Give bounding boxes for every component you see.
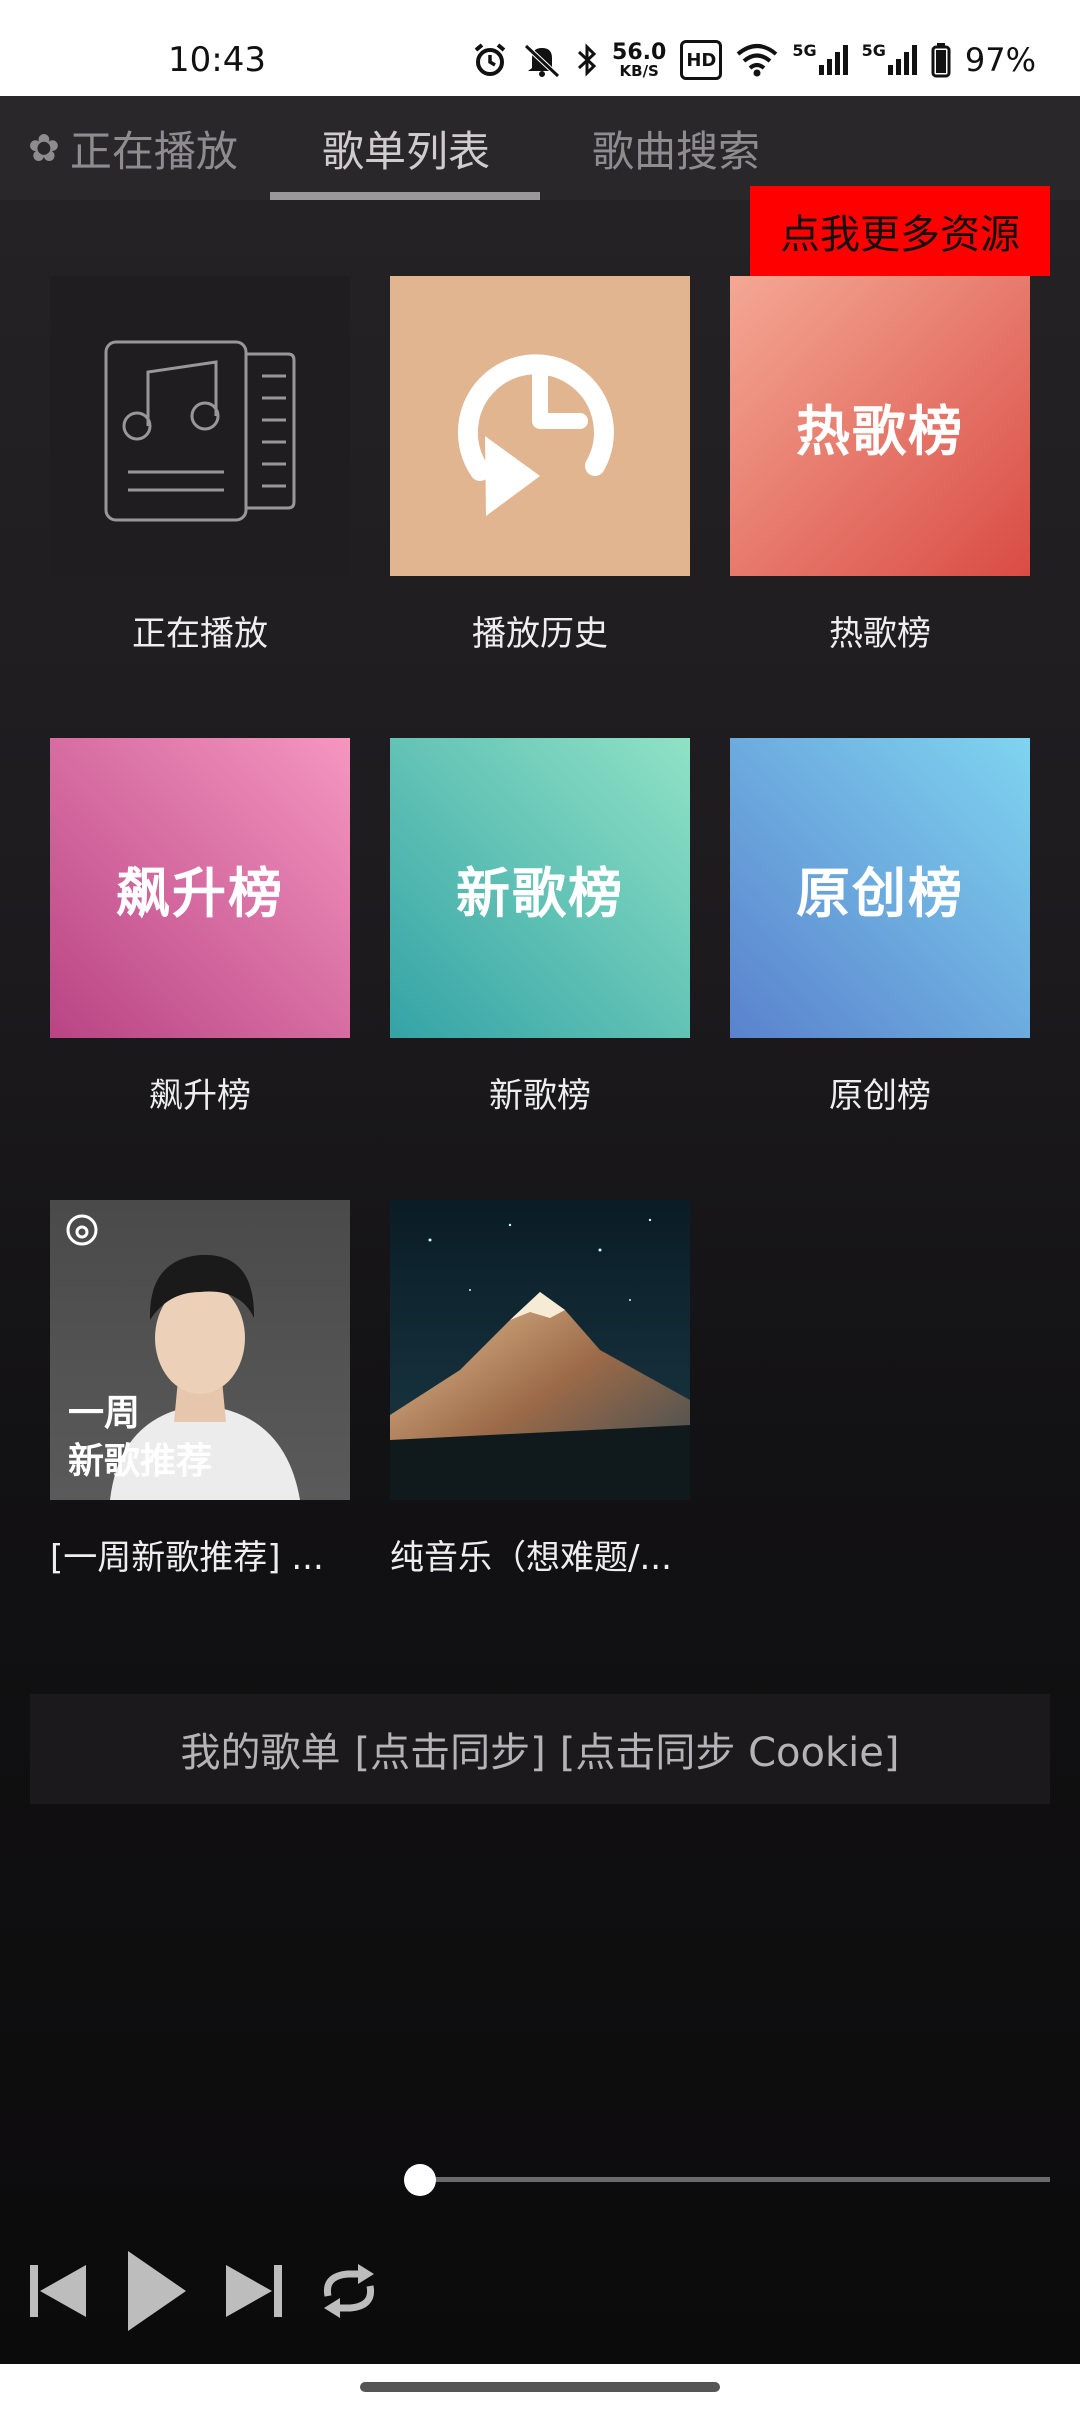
flower-icon: ✿ xyxy=(28,126,60,170)
playlist-title: 播放历史 xyxy=(472,614,608,654)
playlist-tile-original[interactable]: 原创榜 xyxy=(730,738,1030,1038)
signal-icon-sim2: 5G xyxy=(862,40,917,80)
tab-playlists-label: 歌单列表 xyxy=(322,126,491,176)
app-screen: ✿ 正在播放 歌单列表 歌曲搜索 点我更多资源 正在播放 播放历史 热歌榜 热歌… xyxy=(0,96,1080,2364)
net-speed-value: 56.0 xyxy=(612,39,667,65)
system-nav-bar xyxy=(0,2364,1080,2412)
mountain-night-cover xyxy=(390,1200,690,1500)
cover-text: 热歌榜 xyxy=(796,399,964,463)
playlist-title: 原创榜 xyxy=(829,1076,931,1116)
net-speed: 56.0 KB/S xyxy=(612,40,666,80)
progress-track[interactable] xyxy=(420,2177,1050,2182)
wifi-icon xyxy=(736,40,778,80)
battery-icon xyxy=(931,40,951,80)
repeat-icon xyxy=(323,2264,375,2318)
cover-text-line2: 新歌推荐 xyxy=(68,1441,213,1482)
sync-cookie-link[interactable]: [点击同步 Cookie] xyxy=(560,1720,900,1778)
tab-bar: ✿ 正在播放 歌单列表 歌曲搜索 xyxy=(0,96,1080,200)
cover-text: 新歌榜 xyxy=(456,861,624,925)
status-icons: 56.0 KB/S HD 5G 5G 97% xyxy=(472,38,1036,82)
playlist-tile-history[interactable] xyxy=(390,276,690,576)
status-time: 10:43 xyxy=(168,40,266,80)
playlist-title: [一周新歌推荐] ... xyxy=(50,1538,324,1578)
play-icon xyxy=(128,2251,186,2331)
my-playlists-bar: 我的歌单 [点击同步] [点击同步 Cookie] xyxy=(30,1694,1050,1804)
progress-knob[interactable] xyxy=(404,2164,436,2196)
tab-active-indicator xyxy=(270,192,540,200)
status-bar: 10:43 56.0 KB/S HD 5G 5G 97% xyxy=(0,0,1080,96)
sim1-label: 5G xyxy=(792,40,817,60)
hd-badge: HD xyxy=(680,40,723,80)
playlist-tile-new[interactable]: 新歌榜 xyxy=(390,738,690,1038)
net-speed-unit: KB/S xyxy=(619,61,659,80)
tab-now-playing-label: 正在播放 xyxy=(69,126,238,176)
mute-icon xyxy=(522,40,562,80)
sim2-label: 5G xyxy=(861,40,886,60)
battery-percent: 97% xyxy=(964,41,1036,79)
tab-now-playing[interactable]: ✿ 正在播放 xyxy=(28,96,238,200)
tab-song-search-label: 歌曲搜索 xyxy=(592,126,761,176)
playlist-tile-now-playing[interactable] xyxy=(50,276,350,576)
alarm-icon xyxy=(472,40,508,80)
tab-song-search[interactable]: 歌曲搜索 xyxy=(592,96,760,200)
playlist-tile-pure-music[interactable] xyxy=(390,1200,690,1500)
cover-text: 原创榜 xyxy=(796,861,964,925)
cover-text: 飙升榜 xyxy=(116,861,284,925)
more-resources-button[interactable]: 点我更多资源 xyxy=(750,186,1050,276)
playlist-title: 正在播放 xyxy=(132,614,268,654)
bluetooth-icon xyxy=(576,40,598,80)
previous-button[interactable] xyxy=(26,2226,90,2356)
cover-text-line1: 一周 xyxy=(68,1393,141,1434)
cover-text: 一周 新歌推荐 xyxy=(68,1390,212,1486)
netease-logo-icon xyxy=(68,1216,96,1244)
music-document-icon xyxy=(104,340,296,522)
playlist-title: 热歌榜 xyxy=(829,614,931,654)
repeat-button[interactable] xyxy=(314,2226,384,2356)
next-button[interactable] xyxy=(222,2226,286,2356)
previous-icon xyxy=(30,2265,86,2317)
playlist-tile-rising[interactable]: 飙升榜 xyxy=(50,738,350,1038)
playlist-title: 新歌榜 xyxy=(489,1076,591,1116)
playlist-tile-weekly[interactable]: 一周 新歌推荐 xyxy=(50,1200,350,1500)
sync-link[interactable]: [点击同步] xyxy=(355,1720,546,1778)
playlist-title: 纯音乐（想难题/... xyxy=(390,1538,672,1578)
my-playlists-label: 我的歌单 xyxy=(180,1730,341,1776)
tab-playlists[interactable]: 歌单列表 xyxy=(322,96,490,200)
play-button[interactable] xyxy=(124,2226,188,2356)
playlist-title: 飙升榜 xyxy=(149,1076,251,1116)
playlist-tile-hot[interactable]: 热歌榜 xyxy=(730,276,1030,576)
signal-icon-sim1: 5G xyxy=(792,40,848,80)
next-icon xyxy=(226,2265,282,2317)
history-clock-icon xyxy=(457,354,614,516)
home-gesture-pill[interactable] xyxy=(360,2382,720,2392)
